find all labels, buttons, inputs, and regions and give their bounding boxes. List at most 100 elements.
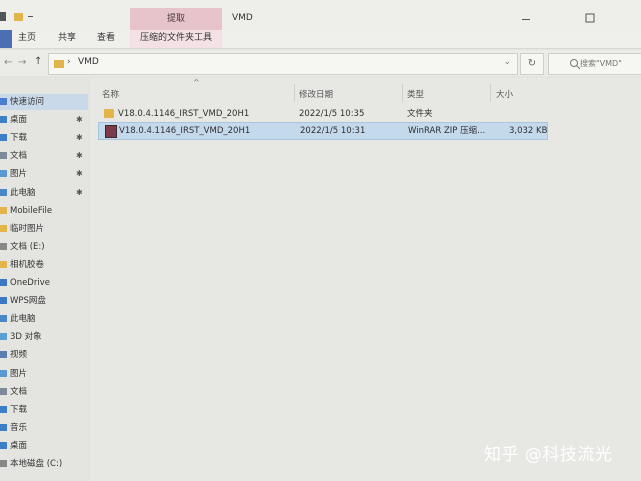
picture-icon — [0, 369, 7, 377]
window-title: VMD — [232, 13, 253, 23]
document-icon — [0, 152, 7, 160]
sidebar-item-label: 下载 — [10, 133, 28, 144]
sidebar-item[interactable]: 音乐 — [0, 420, 88, 436]
file-name: V18.0.4.1146_IRST_VMD_20H1 — [118, 109, 250, 119]
sidebar-item-label: WPS网盘 — [10, 296, 46, 307]
breadcrumb-chevron-icon[interactable]: › — [67, 57, 71, 67]
refresh-button[interactable]: ↻ — [520, 53, 544, 75]
maximize-icon — [585, 13, 595, 23]
pin-icon[interactable]: ✱ — [76, 115, 83, 124]
computer-icon — [0, 188, 7, 196]
watermark: 知乎 @科技流光 — [484, 445, 613, 465]
video-icon — [0, 351, 7, 359]
sidebar-item[interactable]: 下载 — [0, 130, 88, 146]
sidebar-item[interactable]: 图片 — [0, 366, 88, 382]
file-modified: 2022/1/5 10:31 — [300, 126, 366, 136]
folder-icon — [104, 109, 114, 118]
tab-file[interactable] — [0, 30, 12, 48]
computer-icon — [0, 315, 7, 323]
sidebar-item-label: MobileFile — [10, 205, 53, 216]
forward-arrow-icon[interactable]: → — [18, 57, 26, 68]
sidebar-item-label: 音乐 — [10, 422, 28, 433]
column-divider[interactable] — [294, 84, 295, 102]
column-header-modified[interactable]: 修改日期 — [299, 88, 333, 100]
sidebar-item[interactable]: 下载 — [0, 402, 88, 418]
cloud-icon — [0, 297, 7, 305]
sidebar-item-label: 桌面 — [10, 115, 28, 126]
sidebar-item-label: 快速访问 — [10, 97, 45, 107]
file-name: V18.0.4.1146_IRST_VMD_20H1 — [119, 126, 251, 136]
address-bar[interactable]: › ⌄ — [48, 53, 518, 75]
folder-icon — [0, 224, 7, 232]
sidebar-item-label: 本地磁盘 (C:) — [10, 459, 63, 469]
sidebar-item[interactable]: 文档 (E:) — [0, 239, 88, 255]
sidebar-item[interactable]: 快速访问 — [0, 94, 88, 110]
sidebar-item[interactable]: 相机胶卷 — [0, 257, 88, 273]
back-arrow-icon[interactable]: ← — [4, 57, 12, 68]
sidebar-item-label: OneDrive — [10, 278, 50, 288]
minimize-icon — [522, 19, 530, 20]
sidebar-item[interactable]: OneDrive — [0, 275, 88, 291]
sidebar-item[interactable]: MobileFile — [0, 203, 88, 219]
cube-icon — [0, 333, 7, 341]
sidebar-item-label: 临时图片 — [10, 223, 45, 234]
desktop-icon — [0, 441, 7, 449]
sidebar-item[interactable]: 视频 — [0, 347, 88, 363]
up-arrow-icon[interactable]: ↑ — [34, 56, 42, 67]
tab-view[interactable]: 查看 — [97, 30, 115, 48]
file-type: 文件夹 — [407, 109, 433, 119]
document-icon — [0, 387, 7, 395]
table-row[interactable]: V18.0.4.1146_IRST_VMD_20H1 2022/1/5 10:3… — [98, 106, 546, 122]
search-placeholder: 搜索"VMD" — [580, 59, 622, 68]
sidebar-item[interactable]: 文档 — [0, 148, 88, 164]
table-row[interactable]: V18.0.4.1146_IRST_VMD_20H1 2022/1/5 10:3… — [98, 122, 548, 140]
column-divider[interactable] — [490, 84, 491, 102]
tab-home[interactable]: 主页 — [18, 30, 36, 48]
winrar-icon — [105, 125, 117, 138]
sidebar-item-label: 相机胶卷 — [10, 259, 45, 270]
sidebar-item[interactable]: 临时图片 — [0, 221, 88, 237]
sidebar-item[interactable]: WPS网盘 — [0, 293, 88, 309]
column-header-name[interactable]: 名称 — [102, 88, 119, 100]
sidebar-item-label: 文档 (E:) — [10, 241, 45, 252]
download-icon — [0, 405, 7, 413]
window-controls[interactable] — [500, 12, 641, 26]
download-icon — [0, 134, 7, 142]
star-icon — [0, 98, 7, 105]
pin-icon[interactable]: ✱ — [76, 151, 83, 160]
folder-icon — [0, 260, 7, 268]
context-tab-header[interactable]: 提取 — [130, 8, 222, 30]
breadcrumb[interactable]: VMD — [78, 57, 99, 67]
sidebar-item[interactable]: 图片 — [0, 166, 88, 182]
quick-access-icons[interactable] — [0, 10, 40, 24]
column-divider[interactable] — [402, 84, 403, 102]
tab-compressed-folder-tools[interactable]: 压缩的文件夹工具 — [130, 30, 222, 48]
sidebar-item[interactable]: 桌面 — [0, 112, 88, 128]
quick-access-toolbar[interactable] — [0, 10, 40, 24]
pin-icon[interactable]: ✱ — [76, 188, 83, 197]
drive-icon — [0, 460, 7, 467]
sidebar-item-label: 视频 — [10, 350, 28, 361]
sidebar-item-label: 图片 — [10, 169, 28, 180]
sidebar-item[interactable]: 3D 对象 — [0, 329, 88, 345]
pin-icon[interactable]: ✱ — [76, 133, 83, 142]
cloud-icon — [0, 279, 7, 286]
column-header-type[interactable]: 类型 — [407, 88, 424, 100]
sidebar-item[interactable]: 此电脑 — [0, 311, 88, 327]
sidebar-item[interactable]: 桌面 — [0, 438, 88, 454]
tab-share[interactable]: 共享 — [58, 30, 76, 48]
sidebar-item-label: 下载 — [10, 404, 28, 415]
sidebar-item[interactable]: 此电脑 — [0, 185, 88, 201]
sidebar-item-label: 3D 对象 — [10, 332, 42, 343]
picture-icon — [0, 170, 7, 178]
file-modified: 2022/1/5 10:35 — [299, 109, 365, 119]
sidebar-item[interactable]: 文档 — [0, 384, 88, 400]
column-header-size[interactable]: 大小 — [496, 88, 513, 100]
chevron-down-icon[interactable]: ⌄ — [503, 57, 511, 67]
pin-icon[interactable]: ✱ — [76, 169, 83, 178]
sidebar-item[interactable]: 本地磁盘 (C:) — [0, 456, 88, 472]
folder-icon — [0, 206, 7, 214]
file-type: WinRAR ZIP 压缩... — [408, 126, 486, 136]
sidebar-item-label: 文档 — [10, 151, 28, 162]
ribbon-tabs: 主页 共享 查看 压缩的文件夹工具 — [0, 30, 641, 49]
